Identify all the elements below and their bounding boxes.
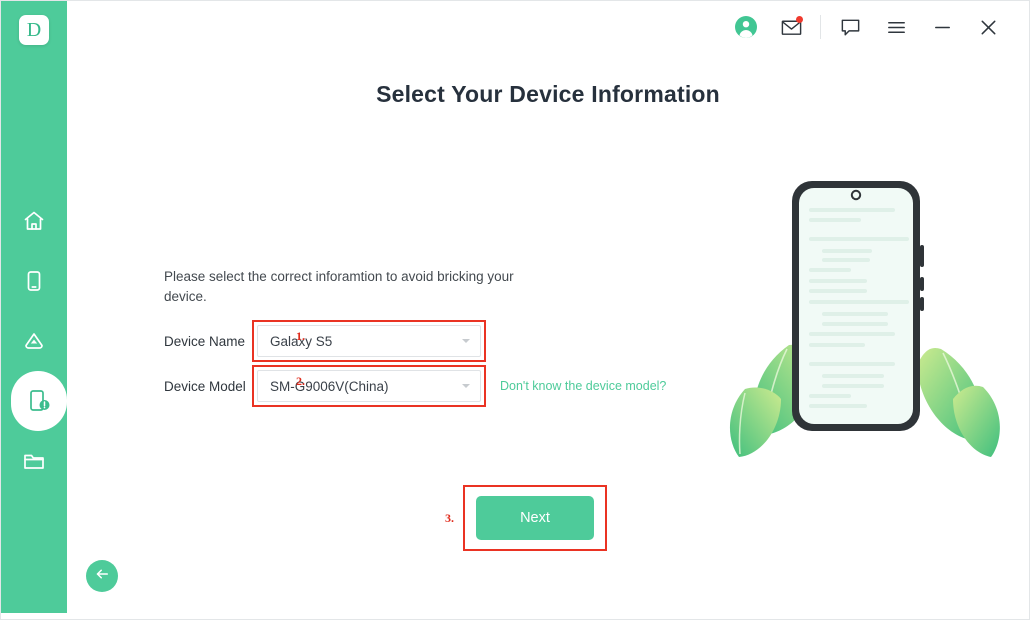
device-model-highlight: SM-G9006V(China)	[252, 365, 486, 407]
sidebar-item-home[interactable]	[1, 191, 67, 251]
device-name-label: Device Name	[164, 333, 246, 349]
phone-alert-icon	[26, 388, 52, 414]
phone-icon	[22, 269, 46, 293]
step-marker-2: 2.	[296, 374, 305, 388]
sidebar: D	[1, 1, 67, 613]
title-bar-icons	[724, 1, 1011, 53]
header-divider	[820, 15, 821, 39]
step-marker-3: 3.	[445, 511, 454, 525]
next-button-redbox: Next	[463, 485, 607, 551]
application-window: D Select Your Device Information Please …	[0, 0, 1030, 620]
chevron-down-icon	[462, 339, 470, 343]
leaf-right-group	[917, 347, 1000, 457]
sidebar-item-files[interactable]	[1, 431, 67, 491]
title-bar	[67, 1, 1029, 54]
device-model-help-link[interactable]: Don't know the device model?	[500, 379, 666, 393]
chevron-down-icon	[462, 384, 470, 388]
device-name-row: Device Name Galaxy S5	[164, 320, 486, 362]
device-model-row: Device Model SM-G9006V(China) Don't know…	[164, 365, 666, 407]
folder-icon	[22, 449, 46, 473]
next-button[interactable]: Next	[476, 496, 594, 540]
minimize-icon[interactable]	[919, 1, 965, 53]
phone-with-leaves-illustration	[727, 173, 1007, 473]
cloud-icon	[22, 329, 46, 353]
menu-icon[interactable]	[873, 1, 919, 53]
step-marker-1: 1.	[296, 329, 305, 343]
mail-unread-badge	[796, 16, 803, 23]
page-title: Select Your Device Information	[376, 81, 720, 107]
instruction-text: Please select the correct inforamtion to…	[164, 269, 514, 304]
account-avatar-icon[interactable]	[724, 1, 768, 53]
back-button[interactable]	[86, 560, 118, 592]
main-content: Select Your Device Information Please se…	[67, 53, 1029, 619]
app-logo-letter: D	[26, 19, 42, 41]
back-arrow-icon	[93, 565, 111, 588]
device-model-value: SM-G9006V(China)	[270, 378, 389, 394]
device-name-highlight: Galaxy S5	[252, 320, 486, 362]
sidebar-item-system-repair[interactable]	[1, 357, 67, 445]
app-logo: D	[19, 15, 49, 45]
sidebar-nav	[1, 191, 67, 491]
device-model-label: Device Model	[164, 378, 246, 394]
device-model-select[interactable]: SM-G9006V(China)	[257, 370, 481, 402]
device-name-select[interactable]: Galaxy S5	[257, 325, 481, 357]
mail-icon[interactable]	[768, 1, 814, 53]
feedback-chat-icon[interactable]	[827, 1, 873, 53]
home-icon	[22, 209, 46, 233]
sidebar-item-device[interactable]	[1, 251, 67, 311]
close-icon[interactable]	[965, 1, 1011, 53]
next-button-highlight: Next	[463, 485, 607, 551]
